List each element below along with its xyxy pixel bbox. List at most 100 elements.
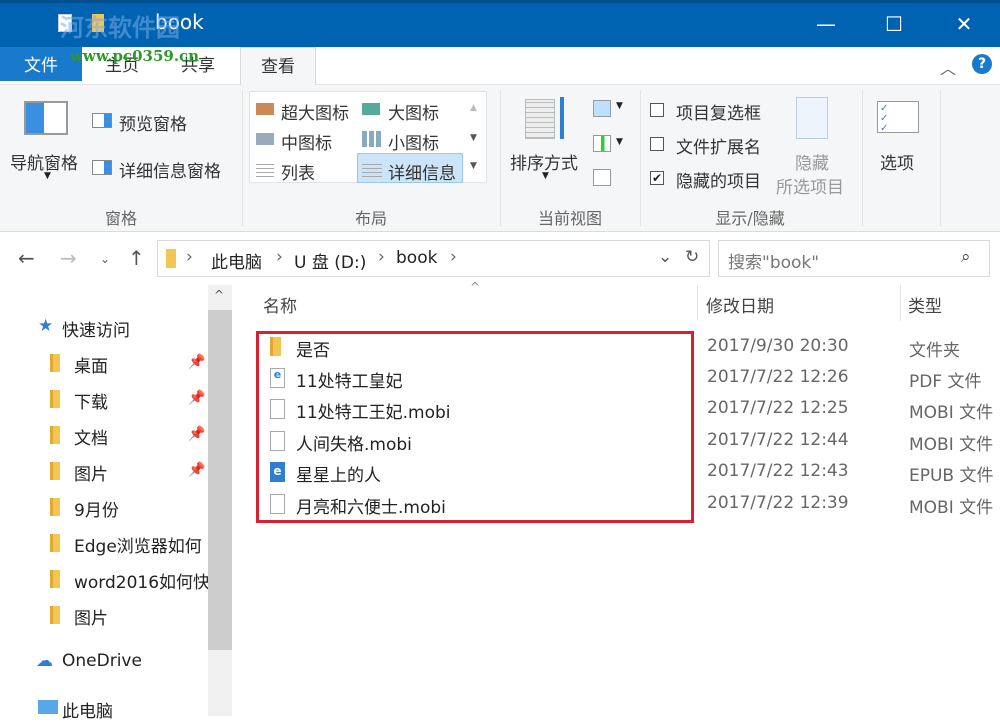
layout-extra-large-icons[interactable]: 超大图标 (281, 99, 349, 124)
computer-icon (38, 700, 58, 714)
back-button[interactable]: ← (18, 246, 35, 270)
pin-icon[interactable]: 📌 (188, 426, 205, 442)
sidebar-item-documents[interactable]: 文档📌 (0, 424, 208, 458)
sidebar-item-label: 图片 (74, 604, 108, 629)
dropdown-arrow-icon: ▼ (616, 137, 623, 147)
file-type: MOBI 文件 (909, 493, 993, 518)
breadcrumb-separator: › (276, 247, 283, 267)
sidebar-item-sept[interactable]: 9月份 (0, 496, 208, 530)
pin-icon[interactable]: 📌 (188, 462, 205, 478)
sidebar-quick-access[interactable]: 快速访问 (62, 316, 130, 341)
tab-view[interactable]: 查看 (240, 47, 316, 86)
refresh-icon[interactable]: ↻ (685, 247, 699, 267)
file-date: 2017/7/22 12:26 (707, 367, 849, 387)
column-divider[interactable] (697, 285, 698, 321)
help-icon[interactable]: ? (972, 54, 992, 74)
layout-medium-icons[interactable]: 中图标 (281, 129, 332, 154)
breadcrumb-separator: › (450, 247, 457, 267)
pin-icon[interactable]: 📌 (188, 390, 205, 406)
search-icon[interactable]: ⌕ (961, 247, 971, 267)
up-button[interactable]: ↑ (128, 246, 145, 270)
minimize-button[interactable]: — (806, 8, 846, 40)
hide-selected-label-1[interactable]: 隐藏 (795, 149, 829, 174)
group-label-show-hide: 显示/隐藏 (640, 205, 860, 229)
collapse-ribbon-icon[interactable]: ︿ (940, 55, 956, 79)
preview-pane-button[interactable]: 预览窗格 (119, 110, 187, 135)
divider (862, 91, 863, 226)
search-input[interactable]: 搜索"book" ⌕ (718, 240, 990, 277)
scroll-up-icon[interactable]: ▲ (470, 103, 477, 113)
hide-selected-label-2[interactable]: 所选项目 (776, 173, 844, 198)
ribbon-tabs: 文件 主页 共享 查看 www.pc0359.cn ︿ ? (0, 47, 1000, 85)
details-pane-button[interactable]: 详细信息窗格 (119, 157, 221, 182)
breadcrumb-separator: › (378, 247, 385, 267)
file-extensions-label[interactable]: 文件扩展名 (676, 133, 761, 158)
sort-ascending-icon: ^ (470, 280, 480, 294)
group-label-pane: 窗格 (0, 205, 242, 229)
sidebar-onedrive[interactable]: OneDrive (62, 651, 142, 671)
size-columns-icon[interactable] (593, 169, 611, 186)
sidebar-item-pictures-2[interactable]: 图片 (0, 604, 208, 638)
layout-details[interactable]: 详细信息 (388, 159, 456, 184)
breadcrumb-drive[interactable]: U 盘 (D:) (294, 248, 366, 273)
expand-gallery-icon[interactable]: ▼ (470, 161, 477, 171)
star-icon: ★ (38, 316, 53, 336)
add-columns-icon[interactable] (593, 135, 611, 152)
search-placeholder: 搜索"book" (728, 248, 819, 273)
sidebar-item-label: 9月份 (74, 496, 119, 521)
address-dropdown-icon[interactable]: ⌄ (658, 247, 672, 267)
scroll-up-arrow-icon[interactable]: ^ (214, 288, 224, 302)
divider (940, 91, 941, 226)
navigation-pane-icon (24, 101, 68, 135)
column-divider[interactable] (900, 285, 901, 321)
item-checkboxes-label[interactable]: 项目复选框 (676, 99, 761, 124)
layout-list[interactable]: 列表 (281, 159, 315, 184)
forward-button[interactable]: → (60, 246, 77, 270)
column-header-type[interactable]: 类型 (908, 292, 942, 317)
file-extensions-checkbox[interactable] (650, 137, 664, 151)
sidebar-item-label: 下载 (74, 388, 108, 413)
pin-icon[interactable]: 📌 (188, 354, 205, 370)
breadcrumb-book[interactable]: book (396, 248, 437, 268)
column-header-date[interactable]: 修改日期 (706, 292, 774, 317)
sidebar-item-word2016[interactable]: word2016如何快 (0, 568, 208, 602)
close-button[interactable]: ✕ (944, 8, 984, 40)
file-type: EPUB 文件 (909, 461, 994, 486)
group-by-icon[interactable] (593, 100, 611, 117)
options-button[interactable]: 选项 (880, 149, 914, 174)
group-label-current-view: 当前视图 (500, 205, 640, 229)
sidebar-item-edge[interactable]: Edge浏览器如何 (0, 532, 208, 566)
address-bar[interactable]: › 此电脑 › U 盘 (D:) › book › ⌄ ↻ (157, 240, 710, 277)
preview-pane-icon (92, 113, 112, 128)
sidebar-item-label: 桌面 (74, 352, 108, 377)
folder-icon (50, 426, 60, 444)
layout-small-icons[interactable]: 小图标 (388, 129, 439, 154)
large-icons-icon (362, 103, 380, 115)
recent-locations-button[interactable]: ⌄ (100, 252, 110, 266)
small-icons-icon (362, 131, 382, 147)
title-top-line (0, 0, 1000, 3)
sidebar-item-pictures[interactable]: 图片📌 (0, 460, 208, 494)
hidden-items-label[interactable]: 隐藏的项目 (676, 167, 761, 192)
layout-large-icons[interactable]: 大图标 (388, 99, 439, 124)
sidebar-item-label: Edge浏览器如何 (74, 532, 202, 557)
dropdown-arrow-icon: ▼ (44, 171, 51, 181)
breadcrumb-this-pc[interactable]: 此电脑 (211, 248, 262, 273)
scroll-down-icon[interactable]: ▼ (470, 133, 477, 143)
file-date: 2017/9/30 20:30 (707, 336, 849, 356)
folder-icon (50, 498, 60, 516)
folder-icon (50, 606, 60, 624)
item-checkboxes-checkbox[interactable] (650, 103, 664, 117)
folder-icon (50, 354, 60, 372)
column-header-name[interactable]: 名称 (263, 292, 297, 317)
sidebar-item-desktop[interactable]: 桌面 📌 (0, 352, 208, 386)
sidebar-item-downloads[interactable]: 下载 📌 (0, 388, 208, 422)
sidebar-scrollbar-thumb[interactable] (208, 310, 232, 650)
sidebar-this-pc[interactable]: 此电脑 (62, 697, 113, 722)
maximize-button[interactable]: ☐ (874, 8, 914, 40)
folder-icon (50, 570, 60, 588)
file-date: 2017/7/22 12:43 (707, 461, 849, 481)
hidden-items-checkbox[interactable]: ✔ (650, 171, 664, 185)
details-pane-icon (92, 160, 112, 175)
file-date: 2017/7/22 12:44 (707, 430, 849, 450)
